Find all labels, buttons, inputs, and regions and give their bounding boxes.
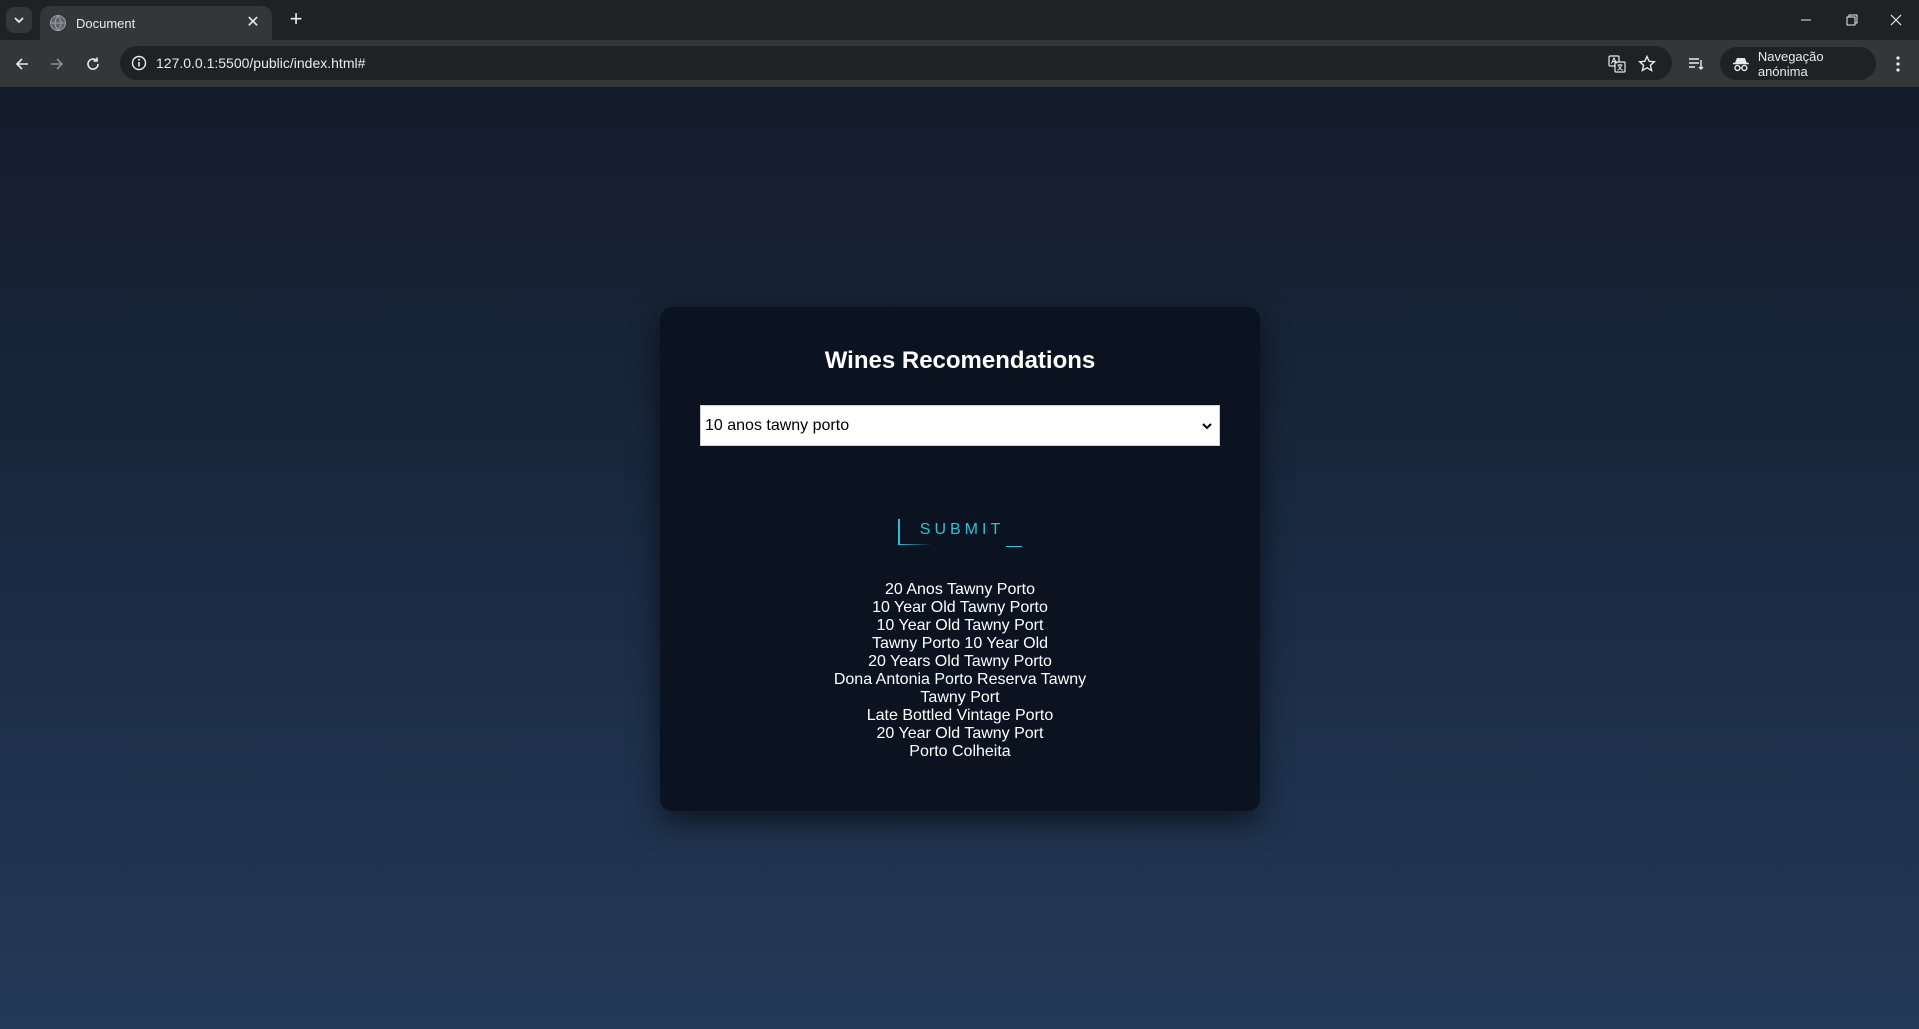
list-item: 20 Year Old Tawny Port	[876, 725, 1044, 742]
more-menu-icon[interactable]	[1886, 50, 1910, 78]
url-text: 127.0.0.1:5500/public/index.html#	[156, 55, 366, 71]
minimize-icon[interactable]	[1786, 6, 1826, 34]
incognito-profile-button[interactable]: Navegação anónima	[1720, 47, 1876, 80]
tab-strip: Document ✕ +	[0, 0, 1919, 40]
wine-select-value: 10 anos tawny porto	[705, 416, 850, 434]
address-bar[interactable]: 127.0.0.1:5500/public/index.html#	[120, 46, 1672, 80]
list-item: 10 Year Old Tawny Porto	[872, 599, 1048, 616]
list-item: Tawny Port	[920, 689, 1000, 706]
page-viewport: Wines Recomendations 10 anos tawny porto…	[0, 87, 1919, 1029]
reading-list-icon[interactable]	[1682, 50, 1710, 78]
results-list: 20 Anos Tawny Porto 10 Year Old Tawny Po…	[660, 581, 1260, 761]
translate-icon[interactable]	[1604, 51, 1630, 77]
wine-select[interactable]: 10 anos tawny porto	[700, 405, 1220, 446]
list-item: Porto Colheita	[909, 743, 1011, 760]
list-item: 20 Years Old Tawny Porto	[868, 653, 1052, 670]
site-info-icon[interactable]	[126, 50, 152, 76]
submit-border-right	[1006, 546, 1022, 547]
incognito-label: Navegação anónima	[1757, 48, 1824, 79]
restore-icon[interactable]	[1832, 6, 1872, 34]
close-tab-icon[interactable]: ✕	[244, 14, 262, 32]
submit-border-bottom	[898, 544, 932, 545]
back-icon[interactable]	[8, 50, 36, 78]
list-item: Late Bottled Vintage Porto	[866, 707, 1054, 724]
recommendations-card: Wines Recomendations 10 anos tawny porto…	[660, 307, 1260, 811]
submit-label: SUBMIT	[919, 521, 1005, 538]
tab-title: Document	[76, 15, 136, 31]
bookmark-star-icon[interactable]	[1634, 51, 1660, 77]
list-item: Tawny Porto 10 Year Old	[871, 635, 1049, 652]
tab-search-button[interactable]	[6, 7, 32, 33]
chevron-down-icon	[14, 17, 24, 24]
submit-button[interactable]: SUBMIT	[898, 513, 1022, 547]
incognito-icon	[1732, 57, 1749, 71]
submit-border-left	[898, 519, 900, 545]
chevron-down-icon	[1195, 416, 1219, 436]
new-tab-button[interactable]: +	[282, 8, 310, 32]
list-item: Dona Antonia Porto Reserva Tawny	[833, 671, 1087, 688]
reload-icon[interactable]	[79, 50, 107, 78]
list-item: 10 Year Old Tawny Port	[876, 617, 1044, 634]
page-title: Wines Recomendations	[824, 347, 1096, 374]
tab-document[interactable]: Document ✕	[40, 6, 272, 40]
globe-icon	[50, 15, 66, 31]
close-window-icon[interactable]	[1876, 6, 1916, 34]
browser-toolbar: 127.0.0.1:5500/public/index.html# Navega…	[0, 40, 1919, 87]
forward-icon[interactable]	[43, 50, 71, 78]
list-item: 20 Anos Tawny Porto	[884, 581, 1036, 598]
